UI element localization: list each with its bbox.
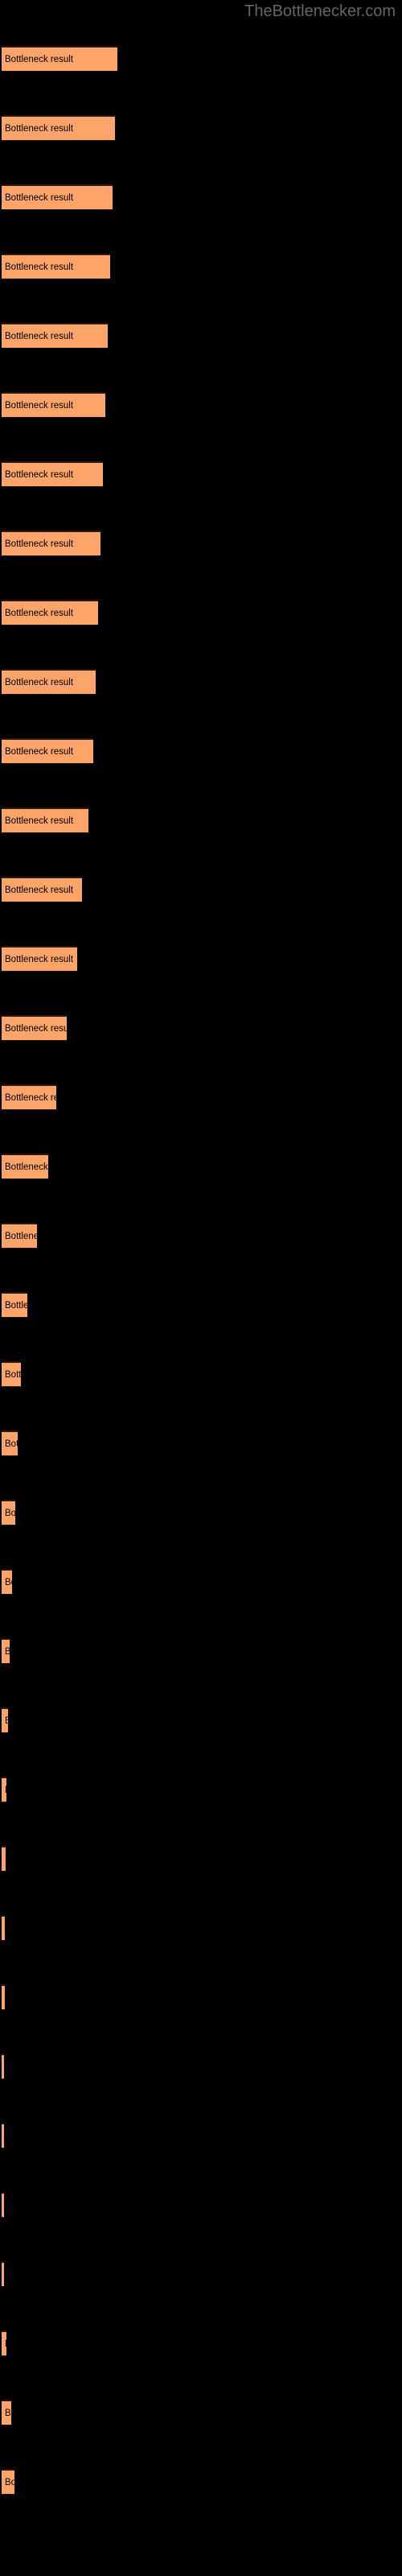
bar-label: Bottleneck result: [5, 815, 74, 826]
bar-label: Bottleneck result: [5, 1508, 15, 1518]
bar-15[interactable]: Bottleneck result: [2, 1015, 67, 1041]
bar-label: Bottleneck result: [5, 1092, 56, 1103]
site-watermark: TheBottlenecker.com: [244, 2, 396, 20]
bar-label: Bottleneck result: [5, 885, 74, 895]
bar-label: Bottleneck result: [5, 1162, 48, 1172]
bar-16[interactable]: Bottleneck result: [2, 1084, 56, 1110]
bar-label: Bottleneck result: [5, 539, 74, 549]
bar-label: Bottleneck result: [5, 1577, 12, 1587]
bar-11[interactable]: Bottleneck result: [2, 738, 93, 764]
bar-30[interactable]: Bottleneck result: [2, 2054, 4, 2079]
bar-1[interactable]: Bottleneck result: [2, 46, 117, 72]
bar-label: Bottleneck result: [5, 331, 74, 341]
bar-label: Bottleneck result: [5, 746, 74, 757]
bar-label: Bottleneck result: [5, 192, 74, 203]
bar-label: Bottleneck result: [5, 54, 74, 64]
bar-label: Bottleneck result: [5, 1785, 6, 1796]
bar-label: Bottleneck result: [5, 677, 74, 687]
bar-label: Bottleneck result: [5, 1439, 18, 1449]
bar-6[interactable]: Bottleneck result: [2, 392, 105, 418]
bar-34[interactable]: Bottleneck result: [2, 2330, 6, 2356]
bar-label: Bottleneck result: [5, 954, 74, 964]
bottleneck-bar-chart: TheBottlenecker.com Bottleneck result Bot…: [0, 0, 402, 2576]
bar-8[interactable]: Bottleneck result: [2, 530, 100, 556]
bar-31[interactable]: Bottleneck result: [2, 2123, 4, 2149]
bar-label: Bottleneck result: [5, 262, 74, 272]
bar-18[interactable]: Bottleneck result: [2, 1223, 37, 1249]
bar-label: Bottleneck result: [5, 469, 74, 480]
bar-22[interactable]: Bottleneck result: [2, 1500, 15, 1525]
bar-23[interactable]: Bottleneck result: [2, 1569, 12, 1595]
bar-35[interactable]: Bottleneck result: [2, 2400, 11, 2425]
bar-21[interactable]: Bottleneck result: [2, 1430, 18, 1456]
bar-13[interactable]: Bottleneck result: [2, 877, 82, 902]
bar-29[interactable]: Bottleneck result: [2, 1984, 5, 2010]
bar-20[interactable]: Bottleneck result: [2, 1361, 21, 1387]
bar-7[interactable]: Bottleneck result: [2, 461, 103, 487]
bar-label: Bottleneck result: [5, 1369, 21, 1380]
bar-9[interactable]: Bottleneck result: [2, 600, 98, 625]
bar-36[interactable]: Bottleneck result: [2, 2469, 14, 2495]
bar-33[interactable]: Bottleneck result: [2, 2261, 4, 2287]
bar-label: Bottleneck result: [5, 2339, 6, 2350]
bar-26[interactable]: Bottleneck result: [2, 1777, 6, 1802]
bar-label: Bottleneck result: [5, 123, 74, 134]
bar-5[interactable]: Bottleneck result: [2, 323, 108, 349]
bar-14[interactable]: Bottleneck result: [2, 946, 77, 972]
bar-label: Bottleneck result: [5, 1300, 27, 1311]
bar-10[interactable]: Bottleneck result: [2, 669, 96, 695]
bar-4[interactable]: Bottleneck result: [2, 254, 110, 279]
bar-12[interactable]: Bottleneck result: [2, 807, 88, 833]
bar-label: Bottleneck result: [5, 1854, 6, 1865]
bar-label: Bottleneck result: [5, 1646, 10, 1657]
bar-27[interactable]: Bottleneck result: [2, 1846, 6, 1872]
bar-28[interactable]: Bottleneck result: [2, 1915, 5, 1941]
bar-25[interactable]: Bottleneck result: [2, 1707, 8, 1733]
bar-24[interactable]: Bottleneck result: [2, 1638, 10, 1664]
bar-32[interactable]: Bottleneck result: [2, 2192, 4, 2218]
bar-17[interactable]: Bottleneck result: [2, 1154, 48, 1179]
bar-label: Bottleneck result: [5, 400, 74, 411]
bar-3[interactable]: Bottleneck result: [2, 184, 113, 210]
bar-2[interactable]: Bottleneck result: [2, 115, 115, 141]
bar-label: Bottleneck result: [5, 2477, 14, 2487]
bar-label: Bottleneck result: [5, 2408, 11, 2418]
bar-19[interactable]: Bottleneck result: [2, 1292, 27, 1318]
bar-label: Bottleneck result: [5, 1715, 8, 1727]
bar-label: Bottleneck result: [5, 1231, 37, 1241]
bar-label: Bottleneck result: [5, 608, 74, 618]
bar-label: Bottleneck result: [5, 1023, 67, 1034]
